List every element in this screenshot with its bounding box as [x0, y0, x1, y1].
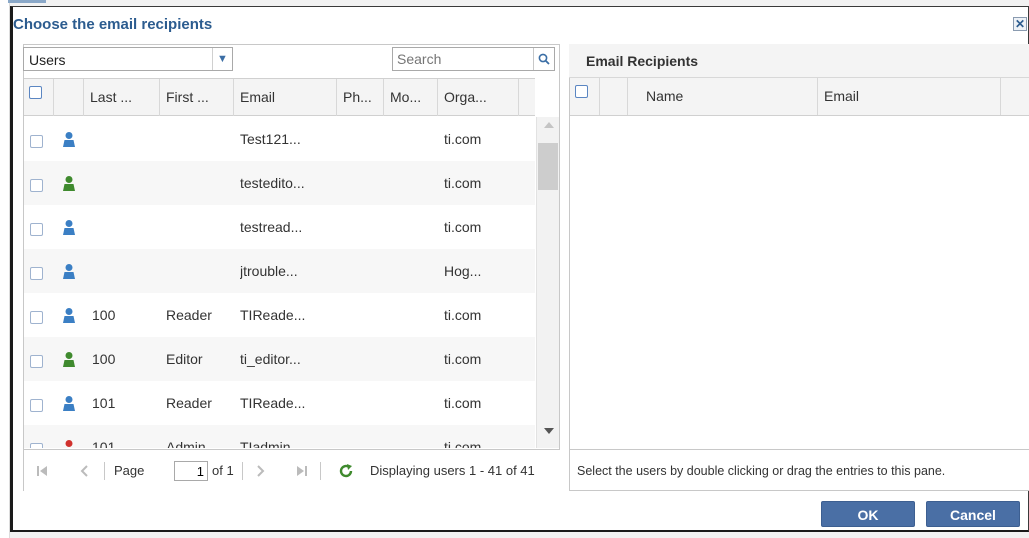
- column-first-name[interactable]: First ...: [160, 79, 234, 116]
- cell-email: Test121...: [240, 131, 301, 147]
- dialog-title: Choose the email recipients: [13, 16, 213, 33]
- select-all-recipients-checkbox[interactable]: [575, 85, 588, 98]
- user-icon: [63, 132, 75, 147]
- user-icon: [63, 220, 75, 235]
- background-tab-edge: [8, 0, 46, 3]
- table-row[interactable]: 100 Reader TIReade... ti.com: [24, 293, 535, 337]
- email-recipients-title: Email Recipients: [569, 44, 1029, 78]
- recipient-type-value: Users: [29, 52, 66, 68]
- cell-first-name: Reader: [166, 307, 212, 323]
- column-organization[interactable]: Orga...: [438, 79, 519, 116]
- cell-last-name: 101: [92, 395, 116, 411]
- displaying-count-text: Displaying users 1 - 41 of 41: [370, 463, 535, 478]
- close-button[interactable]: ✕: [1013, 17, 1027, 31]
- table-row[interactable]: 100 Editor ti_editor... ti.com: [24, 337, 535, 381]
- table-row[interactable]: 101 Admin TIadmin... ti.com: [24, 425, 535, 448]
- cell-email: TIadmin...: [240, 439, 303, 448]
- previous-page-icon[interactable]: [79, 464, 89, 478]
- column-name[interactable]: Name: [628, 78, 818, 115]
- scroll-up-arrow-icon[interactable]: [544, 122, 554, 128]
- table-row[interactable]: testread... ti.com: [24, 205, 535, 249]
- cell-email: ti_editor...: [240, 351, 301, 367]
- select-all-checkbox[interactable]: [29, 86, 42, 99]
- recipients-grid-header: Name Email: [570, 78, 1029, 116]
- search-icon: [538, 53, 550, 65]
- cell-email: TIReade...: [240, 395, 306, 411]
- cell-organization: ti.com: [444, 439, 482, 448]
- users-grid-body: Test121... ti.com testedito... ti.com testre…: [24, 117, 535, 448]
- paging-separator: [242, 462, 243, 480]
- column-mobile[interactable]: Mo...: [384, 79, 438, 116]
- row-checkbox[interactable]: [30, 267, 43, 280]
- cell-first-name: Editor: [166, 351, 203, 367]
- page-number-input[interactable]: [174, 461, 208, 481]
- first-page-icon[interactable]: [36, 464, 48, 478]
- column-last-name[interactable]: Last ...: [84, 79, 160, 116]
- paging-separator: [104, 462, 105, 480]
- cell-email: testread...: [240, 219, 303, 235]
- drop-hint-text: Select the users by double clicking or d…: [569, 449, 1029, 491]
- column-phone[interactable]: Ph...: [337, 79, 384, 116]
- paging-separator: [320, 462, 321, 480]
- cell-last-name: 100: [92, 307, 116, 323]
- scroll-down-arrow-icon[interactable]: [544, 428, 554, 434]
- search-button[interactable]: [533, 48, 554, 70]
- cell-email: jtrouble...: [240, 263, 298, 279]
- user-icon: [63, 176, 75, 191]
- cell-email: testedito...: [240, 175, 305, 191]
- cell-organization: ti.com: [444, 219, 482, 235]
- row-checkbox[interactable]: [30, 443, 43, 448]
- cell-organization: ti.com: [444, 131, 482, 147]
- next-page-icon[interactable]: [256, 464, 266, 478]
- page-label: Page: [114, 463, 145, 478]
- header-icon-cell: [54, 79, 84, 116]
- search-box: [392, 47, 555, 71]
- users-grid-header: Last ... First ... Email Ph... Mo... Org…: [24, 78, 535, 116]
- user-icon: [63, 308, 75, 323]
- cell-last-name: 100: [92, 351, 116, 367]
- close-icon: ✕: [1014, 17, 1026, 31]
- table-row[interactable]: jtrouble... Hog...: [24, 249, 535, 293]
- cell-email: TIReade...: [240, 307, 306, 323]
- cancel-button[interactable]: Cancel: [926, 501, 1020, 527]
- search-input[interactable]: [393, 48, 533, 70]
- header-select-cell: [24, 79, 54, 116]
- paging-toolbar: Page of 1 Displaying users 1 - 41 of 41: [24, 449, 560, 491]
- cell-first-name: Reader: [166, 395, 212, 411]
- user-icon: [65, 440, 73, 447]
- row-checkbox[interactable]: [30, 223, 43, 236]
- cell-organization: Hog...: [444, 263, 482, 279]
- user-icon: [63, 264, 75, 279]
- recipient-type-select[interactable]: Users ▼: [23, 47, 233, 71]
- row-checkbox[interactable]: [30, 399, 43, 412]
- cell-organization: ti.com: [444, 395, 482, 411]
- chevron-down-icon[interactable]: ▼: [212, 48, 232, 70]
- last-page-icon[interactable]: [296, 464, 308, 478]
- cell-first-name: Admin: [166, 439, 206, 448]
- cell-last-name: 101: [92, 439, 116, 448]
- cell-organization: ti.com: [444, 175, 482, 191]
- user-icon: [63, 396, 75, 411]
- cell-organization: ti.com: [444, 351, 482, 367]
- users-grid-scrollbar[interactable]: [536, 117, 559, 448]
- background-window-edge: [0, 0, 10, 538]
- row-checkbox[interactable]: [30, 135, 43, 148]
- column-email[interactable]: Email: [234, 79, 337, 116]
- scrollbar-thumb[interactable]: [538, 143, 558, 190]
- column-recipient-email[interactable]: Email: [818, 78, 1001, 115]
- header-icon-cell: [600, 78, 628, 115]
- table-row[interactable]: Test121... ti.com: [24, 117, 535, 161]
- header-select-cell: [570, 78, 600, 115]
- table-row[interactable]: 101 Reader TIReade... ti.com: [24, 381, 535, 425]
- row-checkbox[interactable]: [30, 179, 43, 192]
- refresh-icon[interactable]: [338, 463, 354, 479]
- ok-button[interactable]: OK: [821, 501, 915, 527]
- row-checkbox[interactable]: [30, 311, 43, 324]
- user-icon: [63, 352, 75, 367]
- cell-organization: ti.com: [444, 307, 482, 323]
- row-checkbox[interactable]: [30, 355, 43, 368]
- page-count-label: of 1: [212, 463, 234, 478]
- table-row[interactable]: testedito... ti.com: [24, 161, 535, 205]
